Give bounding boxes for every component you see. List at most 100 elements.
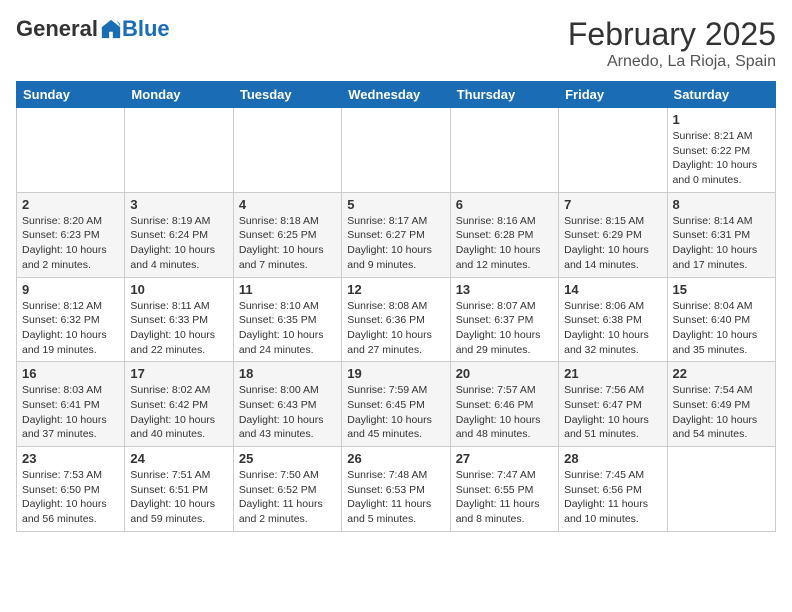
calendar-cell: 21 Sunrise: 7:56 AM Sunset: 6:47 PM Dayli… — [559, 362, 667, 447]
day-info: Sunrise: 8:12 AM Sunset: 6:32 PM Dayligh… — [22, 299, 119, 358]
day-number: 24 — [130, 451, 227, 466]
weekday-header-thursday: Thursday — [450, 82, 558, 108]
calendar-cell: 26Sunrise: 7:48 AM Sunset: 6:53 PM Dayli… — [342, 447, 450, 532]
day-info: Sunrise: 7:53 AM Sunset: 6:50 PM Dayligh… — [22, 468, 119, 527]
day-number: 17 — [130, 366, 227, 381]
calendar-cell — [450, 108, 558, 193]
day-number: 11 — [239, 282, 336, 297]
calendar-cell: 7 Sunrise: 8:15 AM Sunset: 6:29 PM Daylig… — [559, 192, 667, 277]
day-info: Sunrise: 7:47 AM Sunset: 6:55 PM Dayligh… — [456, 468, 553, 527]
weekday-header-wednesday: Wednesday — [342, 82, 450, 108]
day-info: Sunrise: 8:14 AM Sunset: 6:31 PM Dayligh… — [673, 214, 770, 273]
day-info: Sunrise: 7:50 AM Sunset: 6:52 PM Dayligh… — [239, 468, 336, 527]
calendar-cell: 23 Sunrise: 7:53 AM Sunset: 6:50 PM Dayli… — [17, 447, 125, 532]
day-info: Sunrise: 8:18 AM Sunset: 6:25 PM Dayligh… — [239, 214, 336, 273]
day-number: 19 — [347, 366, 444, 381]
calendar-table: SundayMondayTuesdayWednesdayThursdayFrid… — [16, 81, 776, 532]
day-number: 13 — [456, 282, 553, 297]
calendar-cell: 6 Sunrise: 8:16 AM Sunset: 6:28 PM Daylig… — [450, 192, 558, 277]
day-number: 3 — [130, 197, 227, 212]
day-number: 21 — [564, 366, 661, 381]
calendar-cell: 20 Sunrise: 7:57 AM Sunset: 6:46 PM Dayli… — [450, 362, 558, 447]
calendar-cell: 11 Sunrise: 8:10 AM Sunset: 6:35 PM Dayli… — [233, 277, 341, 362]
calendar-week-4: 16 Sunrise: 8:03 AM Sunset: 6:41 PM Dayli… — [17, 362, 776, 447]
day-info: Sunrise: 8:03 AM Sunset: 6:41 PM Dayligh… — [22, 383, 119, 442]
calendar-cell: 4 Sunrise: 8:18 AM Sunset: 6:25 PM Daylig… — [233, 192, 341, 277]
calendar-cell: 24 Sunrise: 7:51 AM Sunset: 6:51 PM Dayli… — [125, 447, 233, 532]
calendar-cell: 1 Sunrise: 8:21 AM Sunset: 6:22 PM Daylig… — [667, 108, 775, 193]
day-number: 7 — [564, 197, 661, 212]
day-number: 14 — [564, 282, 661, 297]
day-info: Sunrise: 8:10 AM Sunset: 6:35 PM Dayligh… — [239, 299, 336, 358]
calendar-cell: 16 Sunrise: 8:03 AM Sunset: 6:41 PM Dayli… — [17, 362, 125, 447]
calendar-cell: 10 Sunrise: 8:11 AM Sunset: 6:33 PM Dayli… — [125, 277, 233, 362]
calendar-cell — [125, 108, 233, 193]
day-info: Sunrise: 7:59 AM Sunset: 6:45 PM Dayligh… — [347, 383, 444, 442]
calendar-cell: 18 Sunrise: 8:00 AM Sunset: 6:43 PM Dayli… — [233, 362, 341, 447]
calendar-cell — [17, 108, 125, 193]
logo-blue-text: Blue — [122, 16, 170, 42]
calendar-cell: 9 Sunrise: 8:12 AM Sunset: 6:32 PM Daylig… — [17, 277, 125, 362]
weekday-header-friday: Friday — [559, 82, 667, 108]
day-info: Sunrise: 7:45 AM Sunset: 6:56 PM Dayligh… — [564, 468, 661, 527]
title-area: February 2025 Arnedo, La Rioja, Spain — [568, 16, 776, 71]
day-number: 25 — [239, 451, 336, 466]
day-number: 8 — [673, 197, 770, 212]
day-info: Sunrise: 8:17 AM Sunset: 6:27 PM Dayligh… — [347, 214, 444, 273]
logo-icon — [100, 18, 122, 40]
day-number: 10 — [130, 282, 227, 297]
day-info: Sunrise: 8:07 AM Sunset: 6:37 PM Dayligh… — [456, 299, 553, 358]
day-number: 16 — [22, 366, 119, 381]
calendar-cell — [342, 108, 450, 193]
calendar-cell: 13 Sunrise: 8:07 AM Sunset: 6:37 PM Dayli… — [450, 277, 558, 362]
day-info: Sunrise: 8:21 AM Sunset: 6:22 PM Dayligh… — [673, 129, 770, 188]
day-info: Sunrise: 8:11 AM Sunset: 6:33 PM Dayligh… — [130, 299, 227, 358]
weekday-header-saturday: Saturday — [667, 82, 775, 108]
calendar-week-3: 9 Sunrise: 8:12 AM Sunset: 6:32 PM Daylig… — [17, 277, 776, 362]
weekday-header-sunday: Sunday — [17, 82, 125, 108]
calendar-cell: 17Sunrise: 8:02 AM Sunset: 6:42 PM Dayli… — [125, 362, 233, 447]
calendar-cell — [233, 108, 341, 193]
day-info: Sunrise: 7:54 AM Sunset: 6:49 PM Dayligh… — [673, 383, 770, 442]
logo: General Blue — [16, 16, 170, 42]
day-info: Sunrise: 8:00 AM Sunset: 6:43 PM Dayligh… — [239, 383, 336, 442]
calendar-cell: 8 Sunrise: 8:14 AM Sunset: 6:31 PM Daylig… — [667, 192, 775, 277]
weekday-header-tuesday: Tuesday — [233, 82, 341, 108]
logo-general-text: General — [16, 16, 98, 42]
day-number: 1 — [673, 112, 770, 127]
day-number: 5 — [347, 197, 444, 212]
day-number: 4 — [239, 197, 336, 212]
day-number: 2 — [22, 197, 119, 212]
calendar-week-5: 23 Sunrise: 7:53 AM Sunset: 6:50 PM Dayli… — [17, 447, 776, 532]
day-number: 23 — [22, 451, 119, 466]
day-number: 20 — [456, 366, 553, 381]
day-number: 22 — [673, 366, 770, 381]
day-number: 9 — [22, 282, 119, 297]
day-info: Sunrise: 8:08 AM Sunset: 6:36 PM Dayligh… — [347, 299, 444, 358]
month-year: February 2025 — [568, 16, 776, 53]
day-number: 18 — [239, 366, 336, 381]
calendar-cell: 14 Sunrise: 8:06 AM Sunset: 6:38 PM Dayli… — [559, 277, 667, 362]
day-info: Sunrise: 7:48 AM Sunset: 6:53 PM Dayligh… — [347, 468, 444, 527]
calendar-cell: 2Sunrise: 8:20 AM Sunset: 6:23 PM Daylig… — [17, 192, 125, 277]
day-number: 28 — [564, 451, 661, 466]
calendar-cell: 3Sunrise: 8:19 AM Sunset: 6:24 PM Daylig… — [125, 192, 233, 277]
day-info: Sunrise: 7:57 AM Sunset: 6:46 PM Dayligh… — [456, 383, 553, 442]
calendar-cell: 12 Sunrise: 8:08 AM Sunset: 6:36 PM Dayli… — [342, 277, 450, 362]
day-info: Sunrise: 8:06 AM Sunset: 6:38 PM Dayligh… — [564, 299, 661, 358]
day-number: 12 — [347, 282, 444, 297]
calendar-cell — [667, 447, 775, 532]
day-info: Sunrise: 7:51 AM Sunset: 6:51 PM Dayligh… — [130, 468, 227, 527]
day-info: Sunrise: 8:16 AM Sunset: 6:28 PM Dayligh… — [456, 214, 553, 273]
day-number: 15 — [673, 282, 770, 297]
weekday-header-row: SundayMondayTuesdayWednesdayThursdayFrid… — [17, 82, 776, 108]
day-info: Sunrise: 8:15 AM Sunset: 6:29 PM Dayligh… — [564, 214, 661, 273]
calendar-cell: 19 Sunrise: 7:59 AM Sunset: 6:45 PM Dayli… — [342, 362, 450, 447]
calendar-cell: 25 Sunrise: 7:50 AM Sunset: 6:52 PM Dayli… — [233, 447, 341, 532]
calendar-cell — [559, 108, 667, 193]
calendar-week-1: 1 Sunrise: 8:21 AM Sunset: 6:22 PM Daylig… — [17, 108, 776, 193]
calendar-cell: 15Sunrise: 8:04 AM Sunset: 6:40 PM Dayli… — [667, 277, 775, 362]
day-number: 27 — [456, 451, 553, 466]
day-number: 6 — [456, 197, 553, 212]
day-info: Sunrise: 7:56 AM Sunset: 6:47 PM Dayligh… — [564, 383, 661, 442]
